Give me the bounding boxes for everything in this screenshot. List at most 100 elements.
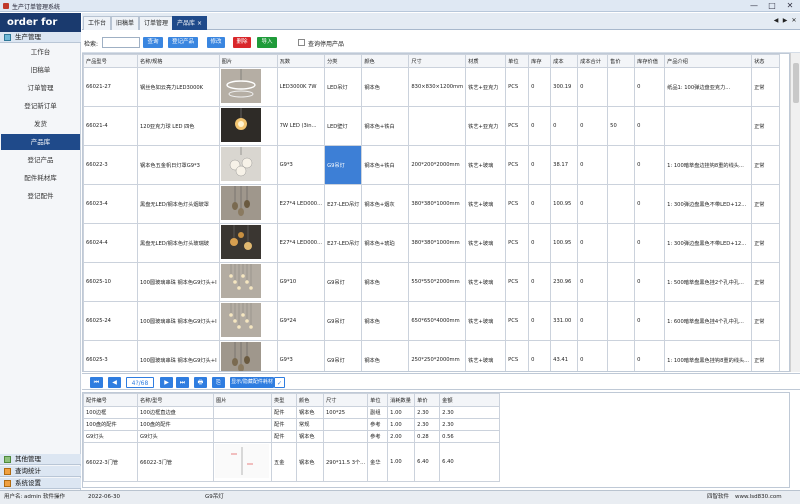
- column-header[interactable]: 库存价值: [634, 54, 666, 68]
- product-image-cell[interactable]: [218, 301, 278, 341]
- table-cell[interactable]: 2.00: [387, 430, 416, 443]
- table-cell[interactable]: G9灯头: [137, 430, 214, 443]
- table-cell[interactable]: 铁艺+玻璃: [465, 301, 507, 341]
- table-cell[interactable]: 0: [577, 106, 609, 146]
- table-cell[interactable]: 配件: [271, 430, 297, 443]
- table-cell[interactable]: 配件: [271, 418, 297, 431]
- table-cell[interactable]: 钢本色: [361, 262, 410, 302]
- table-cell[interactable]: 100*25: [322, 406, 369, 419]
- column-header[interactable]: 颜色: [296, 393, 324, 407]
- table-cell[interactable]: 331.00: [550, 301, 579, 341]
- minimize-button[interactable]: —: [745, 1, 763, 11]
- table-cell[interactable]: 0: [528, 340, 552, 371]
- column-header[interactable]: 类型: [271, 393, 297, 407]
- table-cell[interactable]: 0: [528, 262, 552, 302]
- table-cell[interactable]: 230.96: [550, 262, 579, 302]
- table-cell[interactable]: 66025-24: [83, 301, 138, 341]
- table-cell[interactable]: [607, 262, 636, 302]
- table-cell[interactable]: PCS: [505, 145, 530, 185]
- table-cell[interactable]: 0.28: [414, 430, 441, 443]
- table-cell[interactable]: 铁艺+亚克力: [465, 67, 507, 107]
- table-cell[interactable]: PCS: [505, 184, 530, 224]
- parts-row[interactable]: 100边框 100边框直边盘 配件 钢本色 100*25 副组 1.00 2.30 2.30: [83, 406, 501, 419]
- table-cell[interactable]: 五金: [271, 442, 297, 482]
- table-cell[interactable]: [607, 67, 636, 107]
- table-cell[interactable]: 66021-27: [83, 67, 138, 107]
- product-grid[interactable]: 产品型号 名称/规格 图片 瓦数 分类 颜色 尺寸 材质 单位 库存 成本 成本合计 售价 库存价值 产品介…: [82, 53, 790, 372]
- table-cell[interactable]: 0: [634, 184, 666, 224]
- table-cell[interactable]: E27*4 LED000...: [276, 223, 326, 263]
- status-website[interactable]: www.lsd830.com: [735, 491, 782, 504]
- table-cell[interactable]: G9吊灯: [324, 145, 363, 185]
- table-cell[interactable]: 正常: [751, 145, 781, 185]
- column-header[interactable]: 图片: [218, 54, 278, 68]
- table-cell[interactable]: [607, 340, 636, 371]
- column-header[interactable]: 名称/规格: [137, 54, 220, 68]
- tab-scroll-left-icon[interactable]: ◀: [772, 15, 780, 27]
- product-row[interactable]: 66025-24 100圆玻璃串珠 钢本色G9灯头+I G9*24 G9吊灯 钢本色 65…: [83, 301, 781, 341]
- sidebar-item[interactable]: 工作台: [1, 44, 80, 60]
- table-cell[interactable]: 2.30: [439, 418, 501, 431]
- table-cell[interactable]: 66022-3门管: [137, 442, 214, 482]
- sidebar-item[interactable]: 旧稿单: [1, 62, 80, 78]
- table-cell[interactable]: 0: [634, 67, 666, 107]
- delete-button[interactable]: 删除: [233, 37, 251, 48]
- table-cell[interactable]: 0: [634, 301, 666, 341]
- tab-workbench[interactable]: 工作台: [83, 16, 112, 30]
- column-header[interactable]: 库存: [528, 54, 552, 68]
- table-cell[interactable]: G9吊灯: [324, 301, 363, 341]
- table-cell[interactable]: PCS: [505, 301, 530, 341]
- table-cell[interactable]: 380*380*1000mm: [408, 223, 467, 263]
- column-header[interactable]: 产品型号: [83, 54, 138, 68]
- table-cell[interactable]: 100圆玻璃串珠 钢本色G9灯头+I: [137, 262, 220, 302]
- table-cell[interactable]: E27-LED吊灯: [324, 184, 363, 224]
- column-header[interactable]: 消耗数量: [387, 393, 416, 407]
- table-cell[interactable]: 正常: [751, 67, 781, 107]
- table-cell[interactable]: 6.40: [439, 442, 501, 482]
- column-header[interactable]: 尺寸: [322, 393, 369, 407]
- column-header[interactable]: 售价: [607, 54, 636, 68]
- table-cell[interactable]: 参考: [367, 430, 389, 443]
- tab-orders[interactable]: 订单管理: [139, 16, 174, 30]
- table-cell[interactable]: 钢本色: [296, 406, 324, 419]
- table-cell[interactable]: 1.00: [387, 442, 416, 482]
- table-cell[interactable]: 43.41: [550, 340, 579, 371]
- table-cell[interactable]: [322, 418, 369, 431]
- table-cell[interactable]: 铁艺+玻璃: [465, 184, 507, 224]
- table-cell[interactable]: 300.19: [550, 67, 579, 107]
- product-row[interactable]: 66021-4 120亚克力球 LED 四色 7W LED (3in... LED壁灯…: [83, 106, 781, 146]
- column-header[interactable]: 成本: [550, 54, 579, 68]
- last-page-button[interactable]: ⏭: [176, 377, 189, 388]
- table-cell[interactable]: LED壁灯: [324, 106, 363, 146]
- table-cell[interactable]: [607, 301, 636, 341]
- table-cell[interactable]: PCS: [505, 262, 530, 302]
- table-cell[interactable]: 0: [528, 67, 552, 107]
- export-button[interactable]: ⎘: [212, 377, 225, 388]
- table-cell[interactable]: G9*24: [276, 301, 326, 341]
- table-cell[interactable]: 常规: [296, 418, 324, 431]
- sidebar-item[interactable]: 登记配件: [1, 188, 80, 204]
- column-header[interactable]: 单位: [367, 393, 389, 407]
- parts-row[interactable]: G9灯头 G9灯头 配件 钢本色 参考 2.00 0.28 0.56: [83, 430, 501, 443]
- product-image-cell[interactable]: [218, 106, 278, 146]
- import-button[interactable]: 导入: [257, 37, 277, 48]
- table-cell[interactable]: 正常: [751, 262, 781, 302]
- table-cell[interactable]: 铁艺+亚克力: [465, 106, 507, 146]
- column-header[interactable]: 分类: [324, 54, 363, 68]
- column-header[interactable]: 成本合计: [577, 54, 609, 68]
- table-cell[interactable]: 100边框直边盘: [137, 406, 214, 419]
- table-cell[interactable]: G9*10: [276, 262, 326, 302]
- table-cell[interactable]: 0: [528, 106, 552, 146]
- table-cell[interactable]: 0: [577, 301, 609, 341]
- product-image-cell[interactable]: [218, 184, 278, 224]
- table-cell[interactable]: 铁艺+玻璃: [465, 223, 507, 263]
- sidebar-item[interactable]: 登记新订单: [1, 98, 80, 114]
- table-cell[interactable]: 66024-4: [83, 223, 138, 263]
- table-cell[interactable]: [607, 184, 636, 224]
- product-row[interactable]: 66023-4 黑盘无LED/钢本色灯头烟玻罩 E27*4 LED000... E27…: [83, 184, 781, 224]
- table-cell[interactable]: 0: [634, 340, 666, 371]
- table-cell[interactable]: 66021-4: [83, 106, 138, 146]
- table-cell[interactable]: 100盘的配件: [137, 418, 214, 431]
- table-cell[interactable]: 钢本色: [296, 442, 324, 482]
- product-row[interactable]: 66024-4 黑盘无LED/钢本色灯头玻瑞玻 E27*4 LED000... E27…: [83, 223, 781, 263]
